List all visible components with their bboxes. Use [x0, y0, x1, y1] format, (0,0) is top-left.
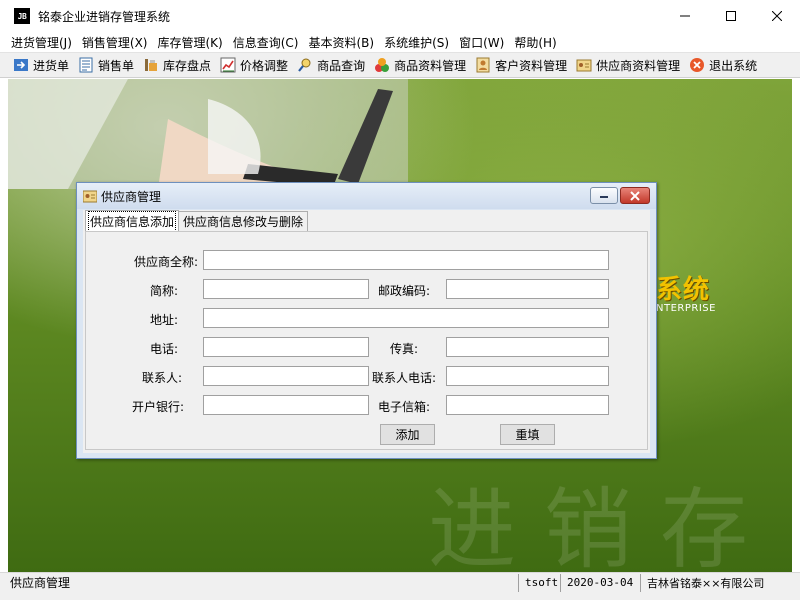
- status-company: 吉林省铭泰××有限公司: [640, 573, 800, 592]
- product-search-icon: [298, 58, 311, 72]
- price-adjust-icon: [220, 57, 236, 73]
- toolbar-purchase-order-button[interactable]: 进货单: [10, 54, 72, 76]
- menu-purchase[interactable]: 进货管理(J): [6, 34, 77, 51]
- toolbar-exit-button[interactable]: 退出系统: [686, 54, 760, 76]
- close-button[interactable]: [754, 0, 800, 32]
- contact-phone-field[interactable]: [446, 366, 609, 386]
- postcode-label: 邮政编码:: [377, 284, 430, 298]
- toolbar-product-data-button[interactable]: 商品资料管理: [371, 54, 469, 76]
- menu-inventory[interactable]: 库存管理(K): [153, 34, 228, 51]
- address-label: 地址:: [149, 313, 178, 327]
- add-button[interactable]: 添加: [380, 424, 435, 445]
- short-name-field[interactable]: [203, 279, 369, 299]
- address-field[interactable]: [203, 308, 609, 328]
- toolbar-product-search-button[interactable]: 商品查询: [294, 54, 368, 76]
- status-bar: 供应商管理 tsoft 2020-03-04 吉林省铭泰××有限公司: [0, 572, 800, 592]
- sales-order-icon: [79, 57, 93, 73]
- full-name-label: 供应商全称:: [133, 255, 198, 269]
- contact-field[interactable]: [203, 366, 369, 386]
- purchase-order-icon: [14, 59, 28, 71]
- maximize-icon: [726, 11, 736, 21]
- phone-label: 电话:: [149, 342, 178, 356]
- close-icon: [772, 11, 782, 21]
- contact-phone-label: 联系人电话:: [371, 371, 436, 385]
- tab-add-supplier[interactable]: 供应商信息添加: [85, 210, 180, 232]
- dialog-body: 供应商信息添加 供应商信息修改与删除 供应商全称: 简称: 邮政编码: 地址: …: [83, 210, 650, 453]
- reset-button[interactable]: 重填: [500, 424, 555, 445]
- close-icon: [630, 190, 640, 201]
- minimize-button[interactable]: [662, 0, 708, 32]
- supplier-dialog-icon: [83, 190, 97, 203]
- email-field[interactable]: [446, 395, 609, 415]
- exit-icon: [690, 58, 705, 72]
- menu-sales[interactable]: 销售管理(X): [77, 34, 153, 51]
- email-label: 电子信箱:: [377, 400, 430, 414]
- window-bottom-edge: [0, 592, 800, 600]
- minimize-icon: [600, 195, 608, 198]
- product-data-icon: [375, 58, 390, 72]
- status-user: tsoft: [518, 573, 560, 592]
- tab-edit-delete-supplier[interactable]: 供应商信息修改与删除: [178, 211, 309, 231]
- add-supplier-panel: 供应商全称: 简称: 邮政编码: 地址: 电话: 传真: 联系人: 联系人电话:…: [85, 231, 648, 450]
- laptop-photo-image: [8, 79, 408, 189]
- dialog-title: 供应商管理: [101, 189, 162, 204]
- tab-strip: 供应商信息添加 供应商信息修改与删除: [85, 210, 309, 232]
- phone-field[interactable]: [203, 337, 369, 357]
- background-logo-title: 系统: [656, 275, 711, 305]
- menu-system[interactable]: 系统维护(S): [379, 34, 454, 51]
- menu-window[interactable]: 窗口(W): [454, 34, 509, 51]
- contact-label: 联系人:: [141, 371, 182, 385]
- full-name-field[interactable]: [203, 250, 609, 270]
- dialog-close-button[interactable]: [620, 187, 650, 204]
- postcode-field[interactable]: [446, 279, 609, 299]
- background-logo-subtitle: NTERPRISE: [656, 303, 716, 314]
- window-title: 铭泰企业进销存管理系统: [38, 9, 171, 24]
- supplier-data-icon: [576, 59, 592, 72]
- status-current-module: 供应商管理: [10, 576, 71, 590]
- toolbar-customer-data-button[interactable]: 客户资料管理: [472, 54, 570, 76]
- menu-basic-data[interactable]: 基本资料(B): [303, 34, 379, 51]
- supplier-management-dialog: 供应商管理 供应商信息添加 供应商信息修改与删除 供应商全称: 简称: 邮政编码…: [76, 182, 657, 459]
- short-name-label: 简称:: [149, 284, 178, 298]
- menu-help[interactable]: 帮助(H): [509, 34, 561, 51]
- toolbar: 进货单 销售单 库存盘点 价格调整 商品查询 商品资料管理 客户资料管理 供应商…: [0, 52, 800, 78]
- title-bar: JB 铭泰企业进销存管理系统: [0, 0, 800, 32]
- status-date: 2020-03-04: [560, 573, 640, 592]
- dialog-title-bar[interactable]: 供应商管理: [77, 183, 656, 209]
- dialog-minimize-button[interactable]: [590, 187, 618, 204]
- toolbar-supplier-data-button[interactable]: 供应商资料管理: [573, 54, 683, 76]
- app-logo-icon: JB: [14, 8, 30, 24]
- toolbar-price-adjust-button[interactable]: 价格调整: [217, 54, 291, 76]
- customer-data-icon: [476, 57, 490, 73]
- fax-field[interactable]: [446, 337, 609, 357]
- inventory-count-icon: [145, 59, 158, 71]
- bank-field[interactable]: [203, 395, 369, 415]
- menu-bar: 进货管理(J) 销售管理(X) 库存管理(K) 信息查询(C) 基本资料(B) …: [0, 32, 800, 52]
- maximize-button[interactable]: [708, 0, 754, 32]
- bank-label: 开户银行:: [131, 400, 184, 414]
- toolbar-inventory-count-button[interactable]: 库存盘点: [140, 54, 214, 76]
- fax-label: 传真:: [389, 342, 418, 356]
- toolbar-sales-order-button[interactable]: 销售单: [75, 54, 137, 76]
- background-watermark-image: 进 销 存: [428, 478, 748, 572]
- menu-query[interactable]: 信息查询(C): [228, 34, 304, 51]
- minimize-icon: [680, 15, 690, 17]
